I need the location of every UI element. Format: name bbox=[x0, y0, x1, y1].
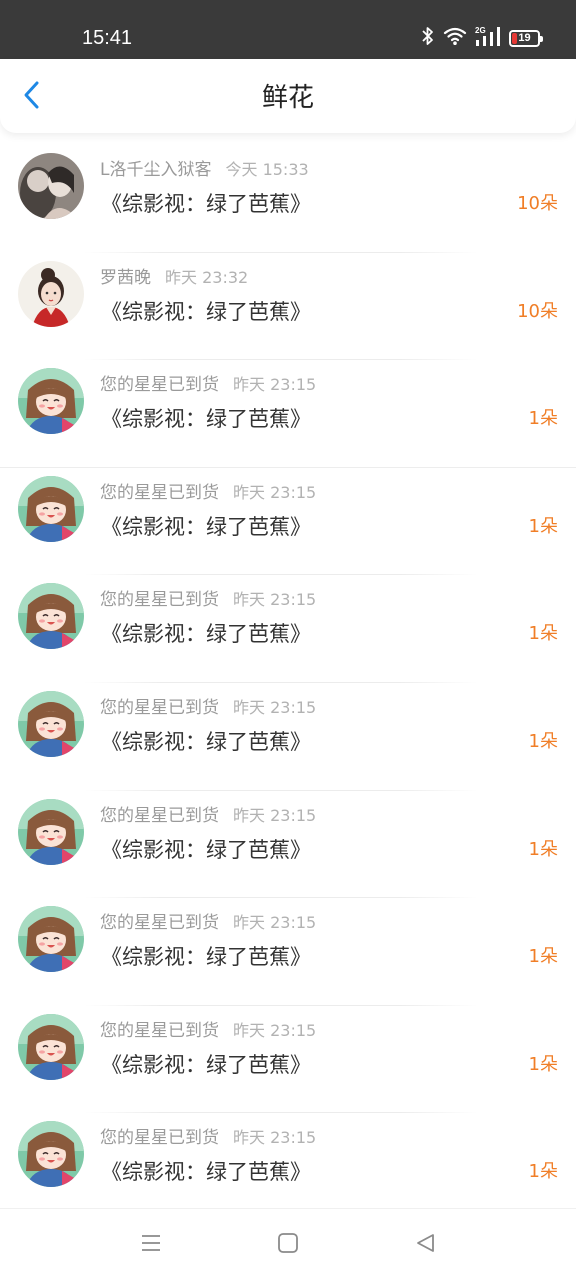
flower-count: 1朵 bbox=[528, 408, 558, 430]
username: 您的星星已到货 bbox=[100, 805, 219, 826]
gift-time: 昨天 23:15 bbox=[233, 375, 317, 395]
gift-time: 昨天 23:15 bbox=[233, 590, 317, 610]
gift-row[interactable]: 您的星星已到货 昨天 23:15 《综影视：绿了芭蕉》 1朵 bbox=[0, 468, 576, 576]
status-icons: 2G 19 bbox=[421, 25, 543, 51]
gift-meta: L洛千尘入狱客 今天 15:33 bbox=[100, 159, 309, 181]
home-button[interactable] bbox=[274, 1231, 302, 1259]
gift-row[interactable]: 您的星星已到货 昨天 23:15 《综影视：绿了芭蕉》 1朵 bbox=[0, 575, 576, 683]
gift-time: 昨天 23:15 bbox=[233, 1020, 317, 1040]
gift-meta: 您的星星已到货 昨天 23:15 bbox=[100, 912, 316, 934]
user-avatar[interactable] bbox=[18, 583, 84, 650]
user-avatar[interactable] bbox=[18, 1121, 84, 1188]
book-title[interactable]: 《综影视：绿了芭蕉》 bbox=[101, 405, 311, 433]
status-time: 15:41 bbox=[82, 27, 133, 49]
book-title[interactable]: 《综影视：绿了芭蕉》 bbox=[101, 298, 311, 326]
gift-meta: 您的星星已到货 昨天 23:15 bbox=[100, 482, 316, 504]
flower-count: 1朵 bbox=[528, 1053, 558, 1075]
gift-time: 今天 15:33 bbox=[225, 160, 309, 179]
username: 您的星星已到货 bbox=[100, 482, 219, 503]
user-avatar[interactable] bbox=[18, 1013, 84, 1080]
battery-level: 19 bbox=[518, 32, 531, 44]
gift-row[interactable]: 您的星星已到货 昨天 23:15 《综影视：绿了芭蕉》 1朵 bbox=[0, 1006, 576, 1114]
system-nav-bar bbox=[0, 1208, 576, 1280]
flower-count: 1朵 bbox=[528, 1161, 558, 1183]
flower-count: 1朵 bbox=[528, 946, 558, 968]
book-title[interactable]: 《综影视：绿了芭蕉》 bbox=[101, 513, 311, 541]
system-back-button[interactable] bbox=[411, 1231, 439, 1259]
wifi-icon bbox=[443, 26, 467, 50]
gift-row[interactable]: 您的星星已到货 昨天 23:15 《综影视：绿了芭蕉》 1朵 bbox=[0, 1113, 576, 1221]
username: 您的星星已到货 bbox=[100, 590, 219, 611]
home-icon bbox=[277, 1232, 299, 1258]
header: 鲜花 bbox=[0, 59, 576, 133]
user-avatar[interactable] bbox=[18, 906, 84, 973]
gift-time: 昨天 23:15 bbox=[233, 1128, 317, 1148]
username: 您的星星已到货 bbox=[100, 697, 219, 718]
menu-button[interactable] bbox=[137, 1231, 165, 1259]
gift-time: 昨天 23:15 bbox=[233, 482, 317, 502]
signal-icon: 2G bbox=[475, 25, 501, 51]
gift-row[interactable]: 您的星星已到货 昨天 23:15 《综影视：绿了芭蕉》 1朵 bbox=[0, 791, 576, 899]
gift-time: 昨天 23:15 bbox=[233, 913, 317, 933]
flower-count: 10朵 bbox=[517, 300, 558, 322]
book-title[interactable]: 《综影视：绿了芭蕉》 bbox=[101, 1158, 311, 1186]
user-avatar[interactable] bbox=[18, 368, 84, 435]
username: 罗茜晚 bbox=[100, 267, 151, 288]
user-avatar[interactable] bbox=[18, 690, 84, 757]
username: 您的星星已到货 bbox=[100, 913, 219, 934]
book-title[interactable]: 《综影视：绿了芭蕉》 bbox=[101, 190, 311, 218]
username: 您的星星已到货 bbox=[100, 1128, 219, 1149]
gift-meta: 罗茜晚 昨天 23:32 bbox=[100, 267, 248, 289]
gift-time: 昨天 23:15 bbox=[233, 805, 317, 825]
gift-row[interactable]: L洛千尘入狱客 今天 15:33 《综影视：绿了芭蕉》 10朵 bbox=[0, 145, 576, 253]
gift-meta: 您的星星已到货 昨天 23:15 bbox=[100, 589, 316, 611]
gift-row[interactable]: 您的星星已到货 昨天 23:15 《综影视：绿了芭蕉》 1朵 bbox=[0, 360, 576, 468]
flower-count: 1朵 bbox=[528, 623, 558, 645]
username: 您的星星已到货 bbox=[100, 375, 219, 396]
user-avatar[interactable] bbox=[18, 475, 84, 542]
gift-meta: 您的星星已到货 昨天 23:15 bbox=[100, 805, 316, 827]
gift-meta: 您的星星已到货 昨天 23:15 bbox=[100, 1020, 316, 1042]
gift-row[interactable]: 您的星星已到货 昨天 23:15 《综影视：绿了芭蕉》 1朵 bbox=[0, 898, 576, 1006]
username: L洛千尘入狱客 bbox=[100, 160, 212, 180]
gift-row[interactable]: 您的星星已到货 昨天 23:15 《综影视：绿了芭蕉》 1朵 bbox=[0, 683, 576, 791]
book-title[interactable]: 《综影视：绿了芭蕉》 bbox=[101, 836, 311, 864]
gift-meta: 您的星星已到货 昨天 23:15 bbox=[100, 1127, 316, 1149]
bluetooth-icon bbox=[421, 26, 435, 50]
gift-time: 昨天 23:32 bbox=[165, 267, 249, 287]
book-title[interactable]: 《综影视：绿了芭蕉》 bbox=[101, 1051, 311, 1079]
gift-time: 昨天 23:15 bbox=[233, 697, 317, 717]
user-avatar[interactable] bbox=[18, 260, 84, 327]
page-title: 鲜花 bbox=[261, 83, 314, 113]
flower-count: 10朵 bbox=[517, 193, 558, 214]
gift-row[interactable]: 罗茜晚 昨天 23:32 《综影视：绿了芭蕉》 10朵 bbox=[0, 253, 576, 361]
username: 您的星星已到货 bbox=[100, 1020, 219, 1041]
back-triangle-icon bbox=[414, 1232, 436, 1258]
gift-meta: 您的星星已到货 昨天 23:15 bbox=[100, 374, 316, 396]
user-avatar[interactable] bbox=[18, 153, 84, 219]
gift-meta: 您的星星已到货 昨天 23:15 bbox=[100, 697, 316, 719]
status-bar: 15:41 2G 19 bbox=[0, 0, 576, 59]
flower-count: 1朵 bbox=[528, 515, 558, 537]
user-avatar[interactable] bbox=[18, 798, 84, 865]
flower-gift-list: L洛千尘入狱客 今天 15:33 《综影视：绿了芭蕉》 10朵 罗茜晚 昨天 23:32 《… bbox=[0, 145, 576, 1221]
flower-count: 1朵 bbox=[528, 838, 558, 860]
book-title[interactable]: 《综影视：绿了芭蕉》 bbox=[101, 728, 311, 756]
flower-count: 1朵 bbox=[528, 730, 558, 752]
menu-icon bbox=[140, 1232, 162, 1258]
book-title[interactable]: 《综影视：绿了芭蕉》 bbox=[101, 943, 311, 971]
book-title[interactable]: 《综影视：绿了芭蕉》 bbox=[101, 620, 311, 648]
svg-text:2G: 2G bbox=[475, 26, 486, 35]
battery-icon: 19 bbox=[509, 29, 543, 47]
